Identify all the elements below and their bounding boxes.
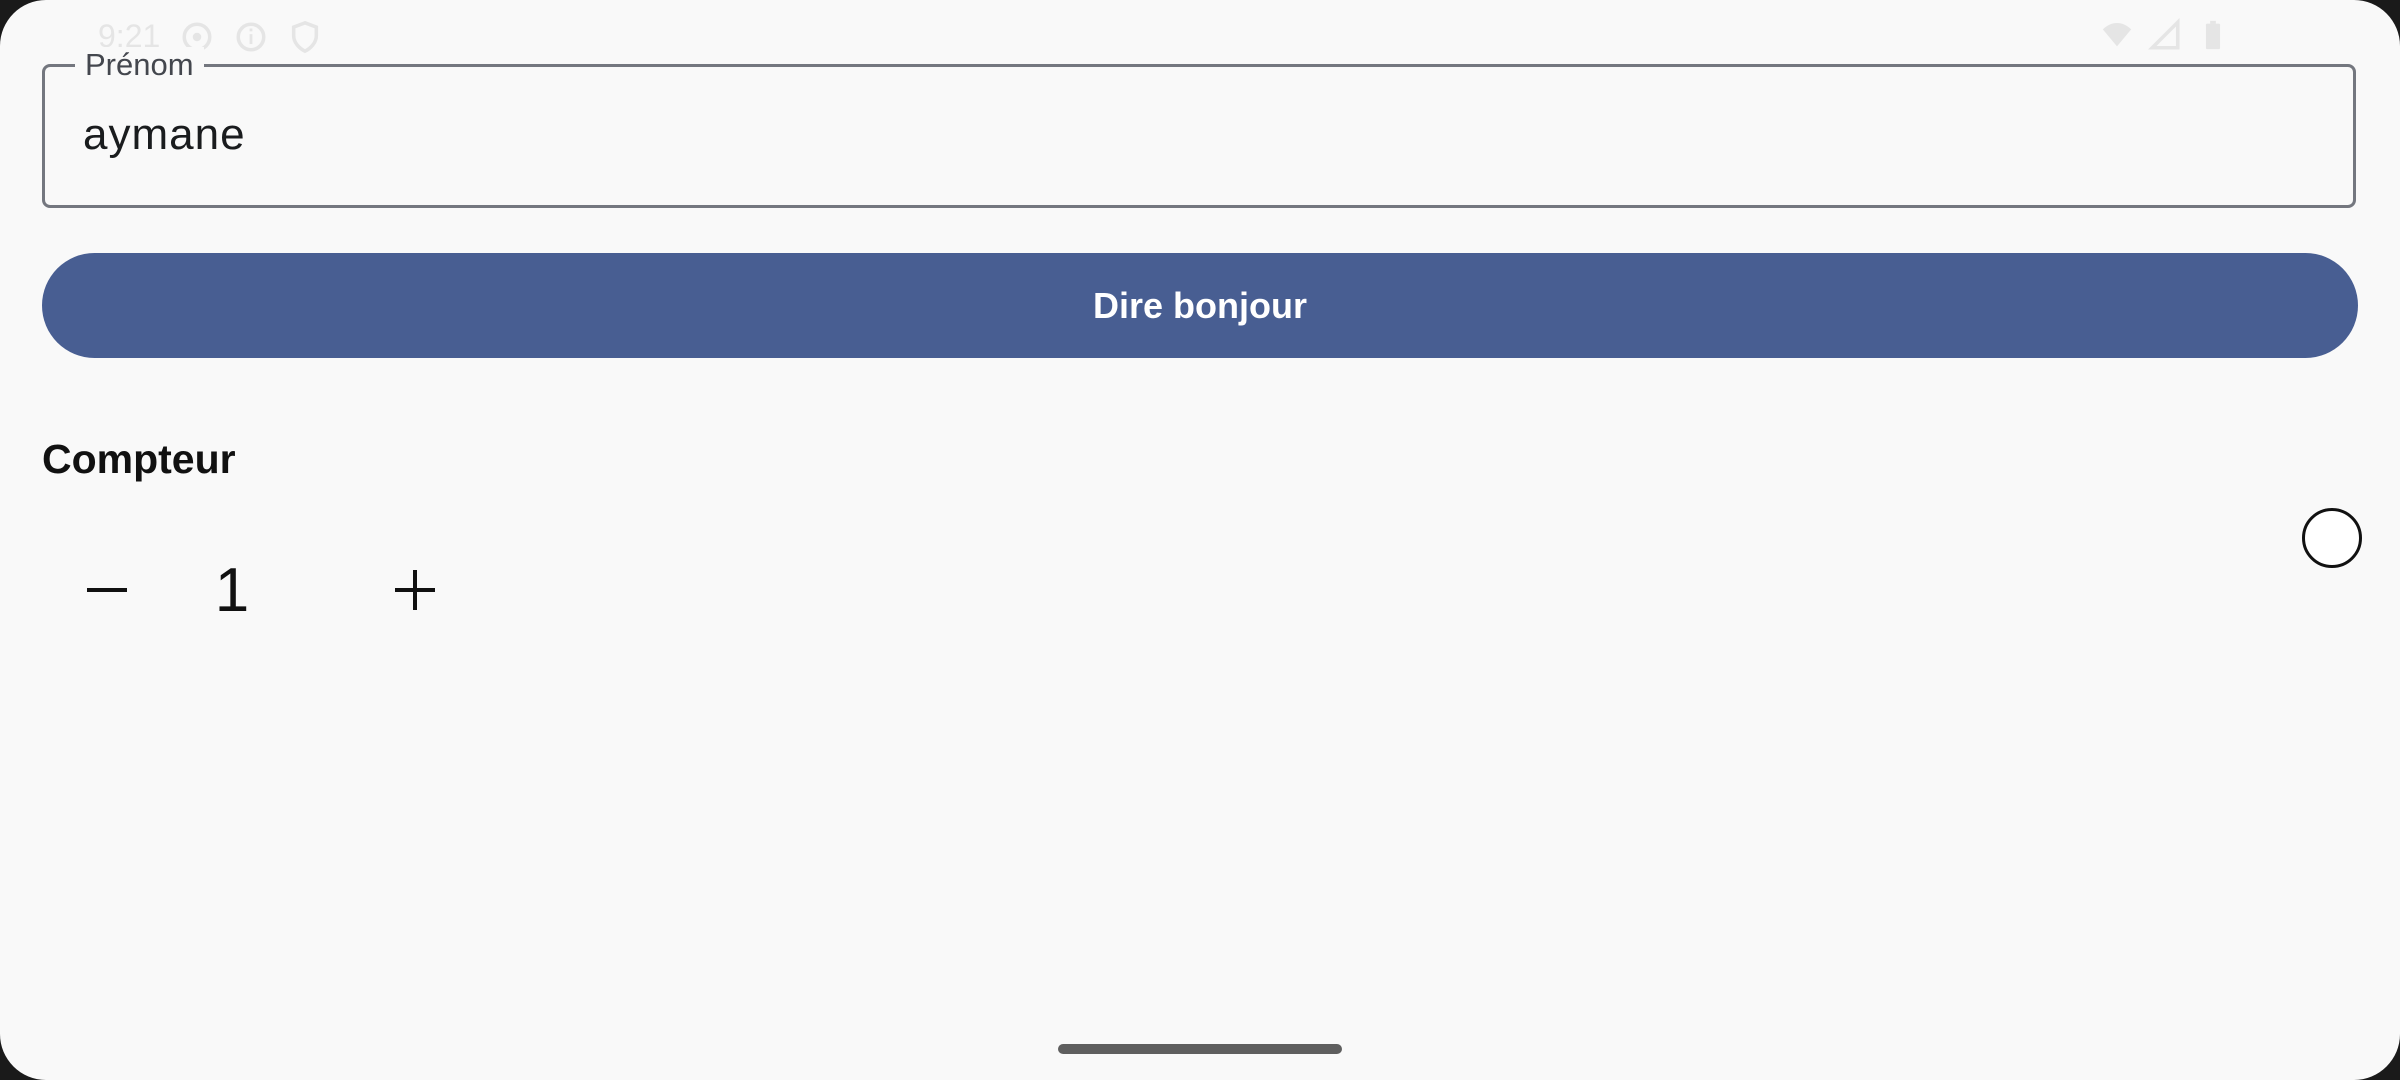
- shield-icon: [292, 20, 319, 53]
- signal-icon: [2148, 18, 2180, 50]
- say-hello-button[interactable]: Dire bonjour: [42, 253, 2358, 358]
- counter-title: Compteur: [42, 436, 236, 482]
- status-bar: 9:21: [0, 0, 2400, 70]
- wifi-icon: [2102, 22, 2132, 47]
- first-name-label: Prénom: [75, 47, 204, 83]
- decrement-button[interactable]: [62, 540, 152, 640]
- battery-icon: [2205, 20, 2221, 50]
- first-name-field[interactable]: Prénom: [42, 47, 2356, 208]
- radio-button[interactable]: [2302, 508, 2362, 568]
- plus-icon: [395, 570, 435, 610]
- status-bar-right: [2100, 18, 2230, 52]
- increment-button[interactable]: [370, 540, 460, 640]
- first-name-input[interactable]: [83, 105, 2283, 165]
- gesture-nav-handle[interactable]: [1058, 1044, 1342, 1054]
- say-hello-button-label: Dire bonjour: [1093, 284, 1307, 326]
- counter-value: 1: [214, 555, 250, 625]
- app-screen: 9:21 Prénom aymane Dire bonjour Compteur…: [0, 0, 2400, 1080]
- minus-icon: [87, 588, 127, 592]
- info-icon: [236, 21, 266, 52]
